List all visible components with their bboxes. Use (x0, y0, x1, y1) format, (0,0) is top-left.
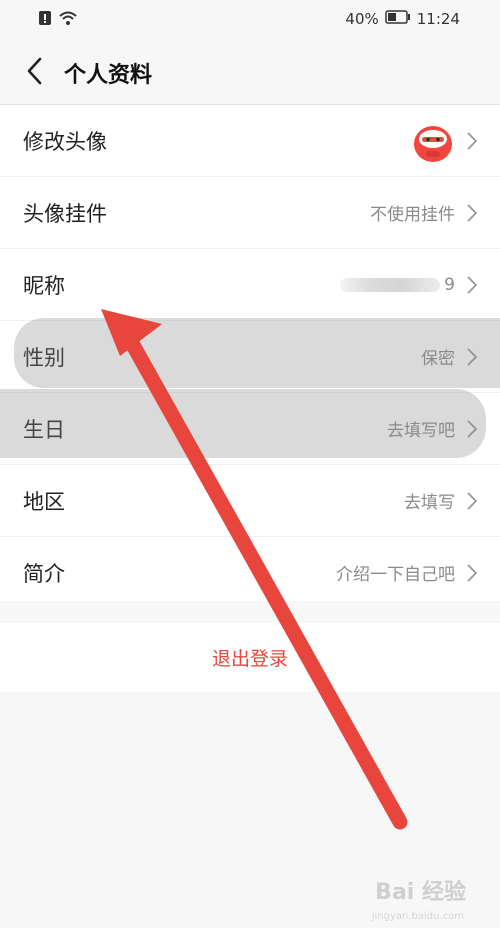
watermark-url: jingyan.baidu.com (371, 911, 464, 922)
row-avatar-pendant[interactable]: 头像挂件 不使用挂件 (0, 177, 500, 249)
row-avatar[interactable]: 修改头像 (0, 105, 500, 177)
logout-button[interactable]: 退出登录 (212, 644, 288, 671)
row-label: 性别 (23, 345, 65, 370)
logout-section: 退出登录 (0, 623, 500, 692)
wifi-icon (58, 10, 78, 30)
row-region[interactable]: 地区 去填写 (0, 465, 500, 537)
chevron-right-icon (467, 492, 478, 510)
row-label: 昵称 (23, 273, 65, 298)
chevron-right-icon (467, 420, 478, 438)
row-value: 介绍一下自己吧 (336, 565, 455, 585)
row-gender[interactable]: 性别 保密 (0, 321, 500, 393)
nickname-value: 9 (340, 275, 455, 295)
row-bio[interactable]: 简介 介绍一下自己吧 (0, 537, 500, 608)
alert-icon (38, 10, 52, 30)
row-value: 去填写吧 (387, 421, 455, 441)
row-birthday[interactable]: 生日 去填写吧 (0, 393, 500, 465)
blurred-nickname (340, 277, 441, 292)
chevron-right-icon (467, 204, 478, 222)
chevron-right-icon (467, 276, 478, 294)
nickname-tail: 9 (444, 274, 455, 295)
chevron-right-icon (467, 132, 478, 150)
status-icons-right: 40% 11:24 (345, 10, 460, 28)
row-label: 地区 (23, 489, 65, 514)
profile-list: 修改头像 头像挂件 不使用挂件 昵称 9 性别 保密 生日 去填写吧 地区 去填… (0, 105, 500, 601)
row-value: 保密 (421, 349, 455, 369)
back-button[interactable] (18, 54, 52, 88)
status-bar: 40% 11:24 (0, 0, 500, 38)
chevron-right-icon (467, 564, 478, 582)
row-label: 头像挂件 (23, 201, 107, 226)
header: 个人资料 (0, 38, 500, 105)
clock: 11:24 (416, 10, 460, 28)
status-icons-left (38, 10, 78, 30)
row-value: 去填写 (404, 493, 455, 513)
battery-icon (385, 10, 411, 28)
row-value: 不使用挂件 (370, 205, 455, 225)
watermark-logo: Bai 经验 (375, 880, 466, 905)
row-label: 修改头像 (23, 129, 107, 154)
row-label: 生日 (23, 417, 65, 442)
avatar (412, 122, 454, 164)
page-title: 个人资料 (64, 63, 153, 88)
row-label: 简介 (23, 561, 65, 586)
chevron-left-icon (27, 57, 42, 85)
chevron-right-icon (467, 348, 478, 366)
row-nickname[interactable]: 昵称 9 (0, 249, 500, 321)
battery-percent: 40% (345, 10, 379, 28)
